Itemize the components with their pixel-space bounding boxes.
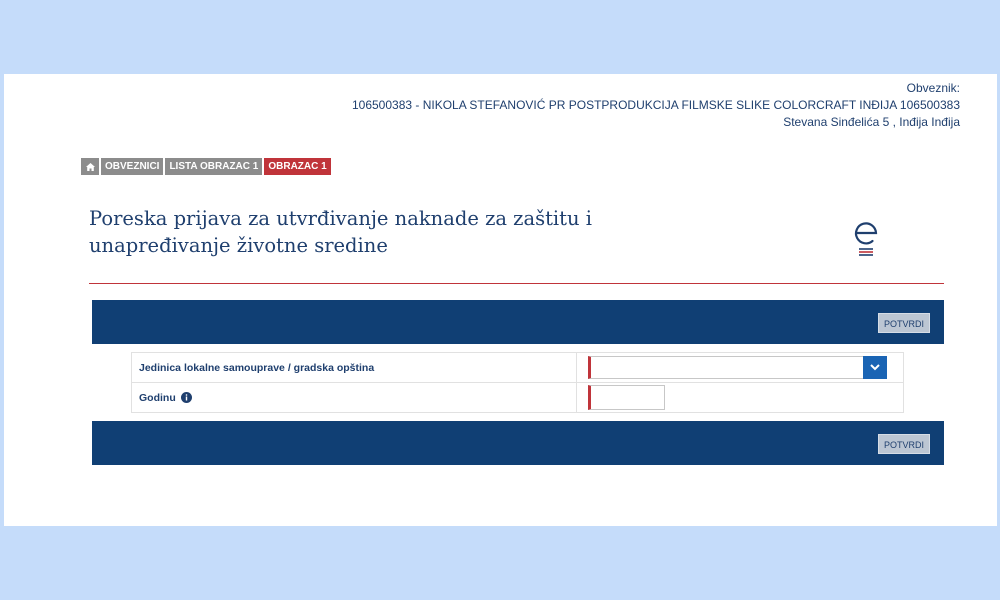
year-input[interactable]	[588, 385, 665, 410]
info-icon-glyph	[180, 392, 192, 403]
taxpayer-label: Obveznik:	[906, 81, 960, 95]
info-icon[interactable]	[180, 392, 192, 403]
municipality-label: Jedinica lokalne samouprave / gradska op…	[132, 353, 577, 382]
confirm-button-top[interactable]: POTVRDI	[878, 313, 930, 333]
taxpayer-info: Obveznik: 106500383 - NIKOLA STEFANOVIĆ …	[352, 80, 960, 131]
chevron-down-icon	[870, 364, 880, 371]
form-row-municipality: Jedinica lokalne samouprave / gradska op…	[132, 353, 903, 383]
home-icon	[85, 162, 95, 171]
municipality-select[interactable]	[588, 356, 887, 379]
form-table: Jedinica lokalne samouprave / gradska op…	[131, 352, 904, 413]
action-bar-bottom: POTVRDI	[92, 421, 944, 465]
year-field-cell	[577, 383, 903, 412]
action-bar-top: POTVRDI	[92, 300, 944, 344]
confirm-button-bottom[interactable]: POTVRDI	[878, 434, 930, 454]
taxpayer-name: 106500383 - NIKOLA STEFANOVIĆ PR POSTPRO…	[351, 98, 960, 112]
breadcrumb-obrazac-current[interactable]: OBRAZAC 1	[264, 158, 331, 175]
breadcrumb: OBVEZNICI LISTA OBRAZAC 1 OBRAZAC 1	[81, 158, 331, 175]
form-row-year: Godinu	[132, 383, 903, 412]
e-logo-icon	[854, 222, 878, 256]
taxpayer-address: Stevana Sinđelića 5 , Inđija Inđija	[783, 115, 960, 129]
breadcrumb-lista-obrazac[interactable]: LISTA OBRAZAC 1	[165, 158, 263, 175]
page-title: Poreska prijava za utvrđivanje naknade z…	[89, 207, 592, 257]
year-label-text: Godinu	[139, 391, 176, 404]
page-container: Obveznik: 106500383 - NIKOLA STEFANOVIĆ …	[4, 74, 997, 526]
municipality-label-text: Jedinica lokalne samouprave / gradska op…	[139, 361, 375, 374]
title-divider	[89, 283, 944, 284]
breadcrumb-home[interactable]	[81, 158, 99, 175]
municipality-field-cell	[577, 353, 903, 382]
year-label: Godinu	[132, 383, 577, 412]
dropdown-toggle[interactable]	[863, 356, 887, 379]
breadcrumb-obveznici[interactable]: OBVEZNICI	[101, 158, 164, 175]
